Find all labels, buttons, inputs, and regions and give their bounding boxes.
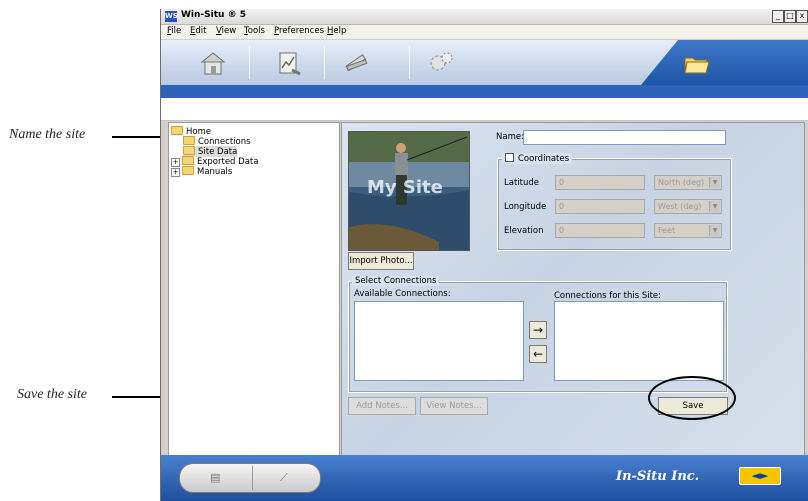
menu-preferences[interactable]: Preferences — [274, 26, 324, 36]
title-bar: WS Win-Situ ® 5 _ □ x — [161, 9, 808, 25]
photo-overlay-text: My Site — [367, 177, 443, 198]
available-connections-list[interactable] — [354, 301, 524, 381]
toolbar-active-highlight — [641, 40, 808, 85]
menu-bar: File Edit View Tools Preferences Help — [161, 25, 808, 39]
annotation-name-site: Name the site — [9, 127, 86, 142]
tree-label-manuals: Manuals — [197, 167, 233, 177]
toolbar-separator — [409, 46, 410, 79]
view-switcher: ▤ ⟋ — [179, 463, 321, 493]
annotation-save-highlight — [648, 376, 736, 420]
maximize-button[interactable]: □ — [784, 10, 796, 23]
pill-divider — [252, 466, 253, 490]
toolbar-separator — [249, 46, 250, 79]
navigation-tree: Home Connections Site Data + Exported Dat… — [168, 122, 340, 457]
longitude-input[interactable]: 0 — [555, 199, 645, 214]
main-toolbar — [161, 40, 808, 85]
latitude-unit-select[interactable]: North (deg) ▼ — [654, 175, 722, 190]
site-photo: My Site — [348, 131, 470, 251]
header-band — [161, 85, 808, 98]
list-view-icon[interactable]: ▤ — [210, 471, 220, 484]
app-window: WS Win-Situ ® 5 _ □ x File Edit View Too… — [160, 9, 808, 501]
menu-help[interactable]: Help — [327, 26, 346, 36]
menu-tools[interactable]: Tools — [244, 26, 265, 36]
close-button[interactable]: x — [796, 10, 808, 23]
gear-icon[interactable] — [426, 48, 456, 78]
folder-icon — [182, 166, 194, 175]
site-connections-label: Connections for this Site: — [554, 291, 662, 301]
elevation-unit-select[interactable]: Feet ▼ — [654, 223, 722, 238]
dropdown-arrow-icon[interactable]: ▼ — [709, 201, 720, 212]
longitude-label: Longitude — [504, 202, 547, 212]
elevation-label: Elevation — [504, 226, 544, 236]
coordinates-group-title[interactable]: Coordinates — [502, 153, 573, 164]
menu-file[interactable]: File — [167, 26, 181, 36]
brand-name: In-Situ Inc. — [616, 469, 700, 484]
coordinates-label: Coordinates — [518, 154, 570, 164]
site-details-pane: My Site Import Photo... Name: Coordinate… — [341, 122, 805, 457]
bottom-bar: ▤ ⟋ In-Situ Inc. ◄► — [161, 455, 808, 501]
latitude-label: Latitude — [504, 178, 539, 188]
add-connection-button[interactable]: → — [529, 321, 547, 339]
folder-open-icon — [171, 126, 183, 135]
name-label: Name: — [496, 132, 524, 142]
toolbar-separator — [324, 46, 325, 79]
header-white-band — [161, 98, 808, 121]
home-icon[interactable] — [198, 48, 228, 78]
latitude-unit-value: North (deg) — [658, 178, 705, 187]
folder-icon — [183, 146, 195, 155]
site-name-input[interactable] — [523, 130, 726, 145]
tree-item-manuals[interactable]: + Manuals — [171, 166, 232, 177]
annotation-save-site: Save the site — [17, 387, 87, 402]
data-icon[interactable] — [274, 48, 304, 78]
folder-icon — [183, 136, 195, 145]
select-connections-title: Select Connections — [352, 276, 440, 286]
dropdown-arrow-icon[interactable]: ▼ — [709, 225, 720, 236]
brand-logo: ◄► — [739, 467, 781, 485]
import-photo-button[interactable]: Import Photo... — [348, 252, 414, 270]
add-notes-button[interactable]: Add Notes... — [348, 397, 416, 415]
longitude-unit-select[interactable]: West (deg) ▼ — [654, 199, 722, 214]
app-icon: WS — [165, 11, 178, 22]
latitude-input[interactable]: 0 — [555, 175, 645, 190]
site-connections-list[interactable] — [554, 301, 724, 381]
window-title: Win-Situ ® 5 — [181, 10, 246, 20]
elevation-unit-value: Feet — [658, 226, 676, 235]
menu-edit[interactable]: Edit — [190, 26, 206, 36]
longitude-unit-value: West (deg) — [658, 202, 702, 211]
expand-icon[interactable]: + — [171, 168, 180, 177]
remove-connection-button[interactable]: ← — [529, 345, 547, 363]
tools-icon[interactable] — [341, 48, 371, 78]
folder-icon — [182, 156, 194, 165]
elevation-input[interactable]: 0 — [555, 223, 645, 238]
dropdown-arrow-icon[interactable]: ▼ — [709, 177, 720, 188]
coordinates-checkbox[interactable] — [505, 153, 514, 162]
folder-icon[interactable] — [681, 48, 711, 78]
graph-view-icon[interactable]: ⟋ — [280, 471, 288, 485]
available-connections-label: Available Connections: — [354, 289, 451, 299]
menu-view[interactable]: View — [216, 26, 236, 36]
minimize-button[interactable]: _ — [772, 10, 784, 23]
view-notes-button[interactable]: View Notes... — [420, 397, 488, 415]
